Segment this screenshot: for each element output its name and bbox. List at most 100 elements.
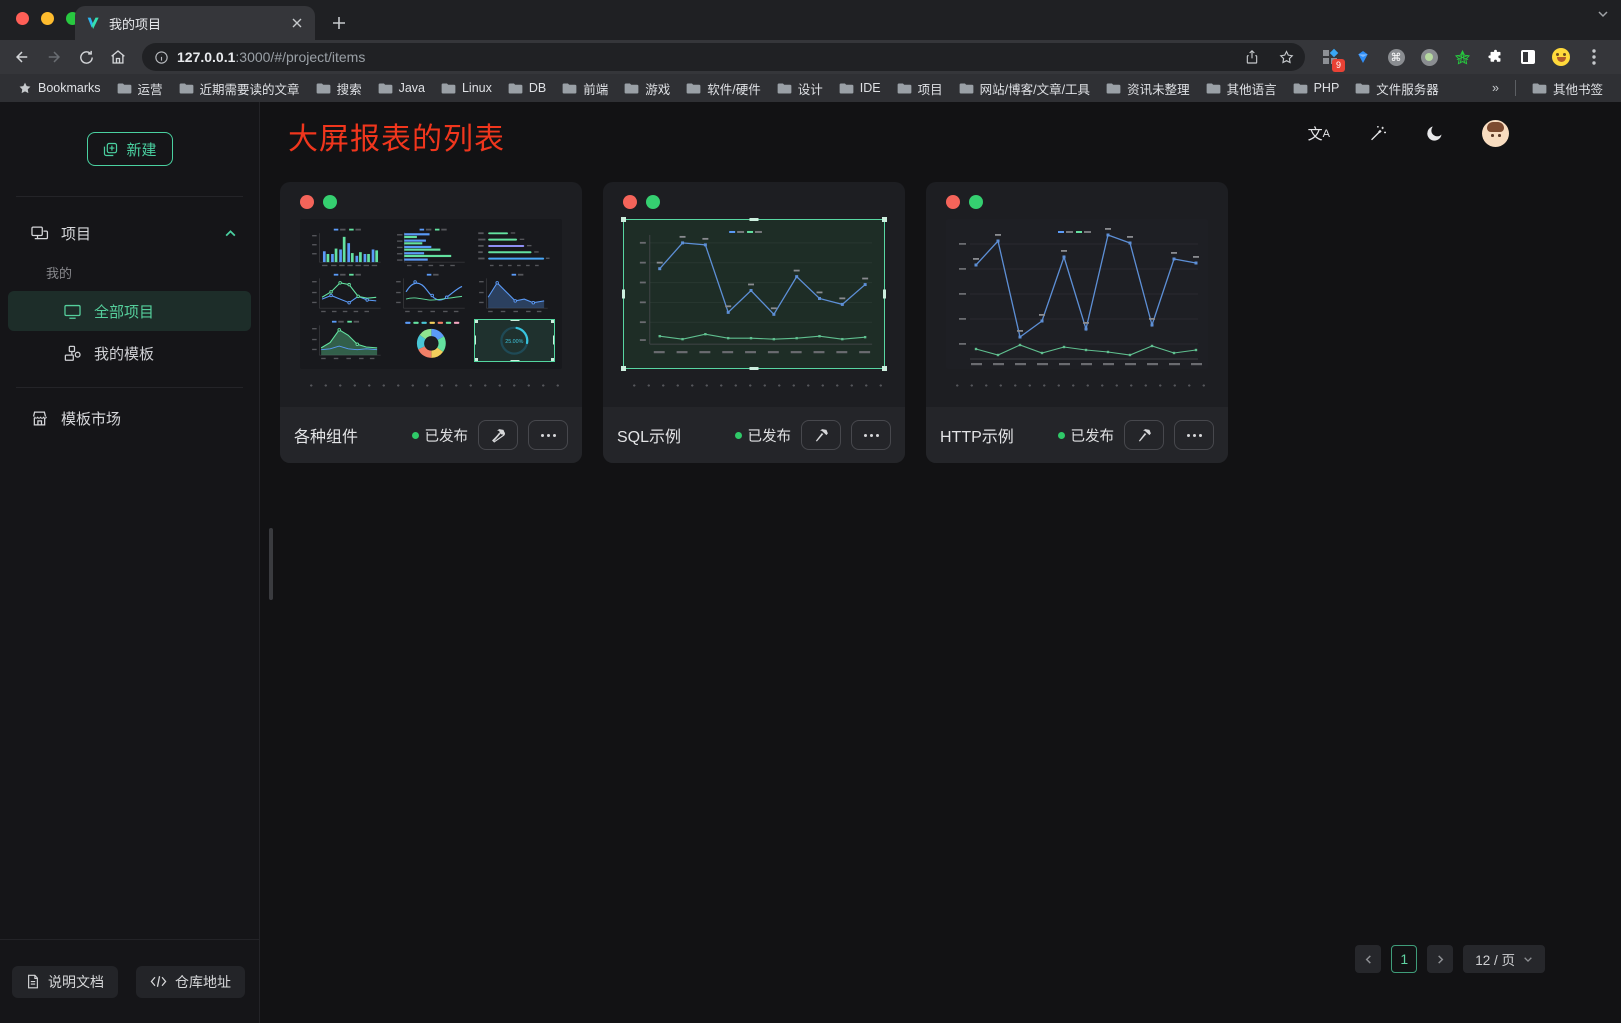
new-button-label: 新建 xyxy=(126,139,156,160)
sidebar-item-template-market[interactable]: 模板市场 xyxy=(0,396,259,440)
bookmark-folder[interactable]: 设计 xyxy=(771,76,829,101)
folder-icon xyxy=(1355,82,1370,95)
magic-wand-icon[interactable] xyxy=(1368,124,1387,143)
reload-button[interactable] xyxy=(72,43,100,71)
bookmark-label: Bookmarks xyxy=(38,81,101,95)
project-card[interactable]: HTTP示例 已发布 xyxy=(926,182,1228,463)
back-button[interactable] xyxy=(8,43,36,71)
user-avatar[interactable] xyxy=(1482,120,1509,147)
sidebar-item-all-projects[interactable]: 全部项目 xyxy=(8,291,251,331)
browser-menu-kebab-icon[interactable] xyxy=(1585,48,1603,66)
mini-hbar-chart xyxy=(391,226,472,269)
http-line-chart xyxy=(946,219,1208,369)
command-extension-icon[interactable]: ⌘ xyxy=(1387,48,1405,66)
bookmarks-manager-item[interactable]: Bookmarks xyxy=(12,78,107,98)
bookmark-star-icon[interactable] xyxy=(1273,44,1299,70)
bookmark-folder[interactable]: 前端 xyxy=(556,76,614,101)
docs-button[interactable]: 说明文档 xyxy=(12,966,118,998)
card-dots-ruler xyxy=(625,384,883,387)
translate-icon[interactable]: 文A xyxy=(1308,123,1330,144)
extensions-puzzle-icon[interactable] xyxy=(1486,48,1504,66)
close-window-button[interactable] xyxy=(16,12,29,25)
bookmark-folder[interactable]: 近期需要读的文章 xyxy=(173,76,306,101)
bookmark-folder[interactable]: 游戏 xyxy=(618,76,676,101)
bookmark-folder[interactable]: Java xyxy=(372,76,431,101)
bookmark-folder[interactable]: 文件服务器 xyxy=(1349,76,1445,101)
minimize-window-button[interactable] xyxy=(41,12,54,25)
other-bookmarks-folder[interactable]: 其他书签 xyxy=(1526,76,1609,101)
scrollbar-thumb[interactable] xyxy=(269,528,273,600)
bookmark-folder[interactable]: 其他语言 xyxy=(1200,76,1283,101)
bookmark-folder[interactable]: 软件/硬件 xyxy=(680,76,766,101)
bookmark-folder-label: Java xyxy=(399,81,425,95)
more-actions-button[interactable] xyxy=(528,420,568,450)
bookmark-folder-label: 前端 xyxy=(583,79,608,98)
bookmark-folder[interactable]: IDE xyxy=(833,76,887,101)
sidebar: 新建 项目 我的 全部项目 我的模板 xyxy=(0,102,260,1023)
page-number-current[interactable]: 1 xyxy=(1391,945,1417,973)
side-panel-icon[interactable] xyxy=(1519,48,1537,66)
sidebar-item-label: 全部项目 xyxy=(94,301,154,322)
edit-project-button[interactable] xyxy=(478,420,518,450)
new-project-button[interactable]: 新建 xyxy=(87,132,173,166)
url-host: 127.0.0.1 xyxy=(177,49,235,65)
bookmark-folder[interactable]: 项目 xyxy=(891,76,949,101)
browser-tab[interactable]: 我的项目 xyxy=(75,6,315,40)
tab-manager-extension-icon[interactable]: 9 xyxy=(1321,48,1339,66)
project-thumbnail xyxy=(946,219,1208,369)
more-icon xyxy=(1187,434,1202,437)
window-controls[interactable] xyxy=(16,12,79,25)
bookmarks-overflow-chevron[interactable]: » xyxy=(1486,81,1505,95)
star-icon xyxy=(18,81,32,95)
bookmark-folder[interactable]: Linux xyxy=(435,76,498,101)
address-bar[interactable]: 127.0.0.1:3000/#/project/items xyxy=(142,43,1305,71)
browser-toolbar: 127.0.0.1:3000/#/project/items 9 ⌘ xyxy=(0,40,1621,74)
bookmark-folder[interactable]: PHP xyxy=(1287,76,1346,101)
bookmark-folder-label: 游戏 xyxy=(645,79,670,98)
more-actions-button[interactable] xyxy=(1174,420,1214,450)
extension-badge: 9 xyxy=(1332,59,1345,72)
recorder-extension-icon[interactable] xyxy=(1420,48,1438,66)
project-name: HTTP示例 xyxy=(940,423,1048,447)
folder-icon xyxy=(378,82,393,95)
gem-extension-icon[interactable] xyxy=(1354,48,1372,66)
folder-icon xyxy=(897,82,912,95)
new-tab-button[interactable] xyxy=(326,10,352,36)
home-button[interactable] xyxy=(104,43,132,71)
status-dot xyxy=(735,432,742,439)
status-badge: 已发布 xyxy=(1058,425,1115,446)
edit-project-button[interactable] xyxy=(801,420,841,450)
bookmark-folder[interactable]: 搜索 xyxy=(310,76,368,101)
sidebar-section-projects[interactable]: 项目 xyxy=(0,211,259,255)
next-page-button[interactable] xyxy=(1427,945,1453,973)
project-card[interactable]: 25.00% 各种组件 已发布 xyxy=(280,182,582,463)
url-text[interactable]: 127.0.0.1:3000/#/project/items xyxy=(177,49,1231,65)
bookmark-folder-label: 资讯未整理 xyxy=(1127,79,1190,98)
bookmark-folder[interactable]: 资讯未整理 xyxy=(1100,76,1196,101)
edit-project-button[interactable] xyxy=(1124,420,1164,450)
sidebar-item-my-templates[interactable]: 我的模板 xyxy=(8,333,251,373)
forward-button[interactable] xyxy=(40,43,68,71)
bookmark-folder-label: 文件服务器 xyxy=(1376,79,1439,98)
tab-search-chevron-icon[interactable] xyxy=(1597,8,1609,20)
bookmark-folder[interactable]: 网站/博客/文章/工具 xyxy=(953,76,1096,101)
repo-button[interactable]: 仓库地址 xyxy=(136,966,245,998)
chevron-up-icon[interactable] xyxy=(224,227,237,240)
browser-tab-strip: 我的项目 xyxy=(0,0,1621,40)
prev-page-button[interactable] xyxy=(1355,945,1381,973)
page-size-select[interactable]: 12 / 页 xyxy=(1463,945,1545,973)
more-actions-button[interactable] xyxy=(851,420,891,450)
profile-emoji-avatar[interactable] xyxy=(1552,48,1570,66)
card-footer: 各种组件 已发布 xyxy=(280,407,582,463)
project-card[interactable]: SQL示例 已发布 xyxy=(603,182,905,463)
bookmark-folder[interactable]: 运营 xyxy=(111,76,169,101)
green-star-extension-icon[interactable] xyxy=(1453,48,1471,66)
bookmark-folder-label: PHP xyxy=(1314,81,1340,95)
dark-mode-moon-icon[interactable] xyxy=(1425,124,1444,143)
bookmark-folder[interactable]: DB xyxy=(502,76,552,101)
tab-close-icon[interactable] xyxy=(289,15,305,31)
site-info-icon[interactable] xyxy=(154,50,169,65)
page-size-label: 12 / 页 xyxy=(1475,949,1515,969)
card-window-dots xyxy=(280,182,582,209)
share-icon[interactable] xyxy=(1239,44,1265,70)
